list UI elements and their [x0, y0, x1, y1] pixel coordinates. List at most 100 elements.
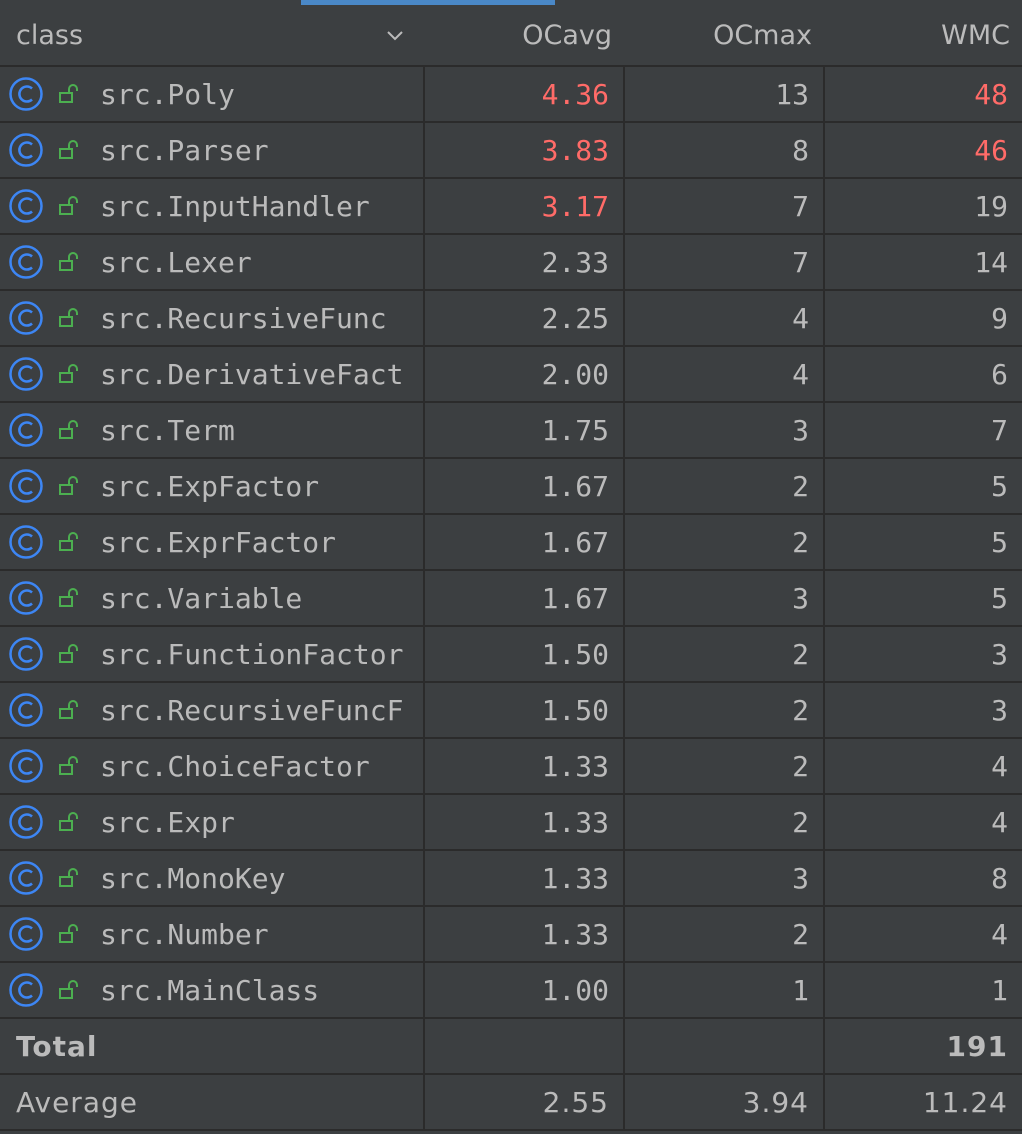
column-header-ocmax[interactable]: OCmax	[624, 5, 824, 67]
class-name-cell[interactable]: src.Lexer	[0, 234, 425, 291]
class-name-cell[interactable]: src.Parser	[0, 122, 425, 179]
ocmax-cell: 13	[624, 66, 825, 123]
wmc-cell: 6	[824, 346, 1022, 403]
ocavg-cell: 1.50	[424, 682, 625, 739]
table-row[interactable]: src.MainClass 1.00 1 1	[0, 962, 1022, 1019]
wmc-cell: 4	[824, 794, 1022, 851]
class-name: src.Expr	[100, 805, 235, 839]
unlock-icon	[59, 308, 78, 327]
ocavg-cell: 3.83	[424, 122, 625, 179]
unlock-icon	[59, 476, 78, 495]
column-header-class[interactable]: class	[0, 5, 424, 67]
table-row[interactable]: src.FunctionFactor 1.50 2 3	[0, 626, 1022, 683]
total-ocmax	[624, 1018, 825, 1075]
unlock-icon	[59, 420, 78, 439]
class-icon	[9, 525, 43, 559]
ocavg-cell: 1.33	[424, 794, 625, 851]
table-row[interactable]: src.Number 1.33 2 4	[0, 906, 1022, 963]
average-wmc: 11.24	[824, 1074, 1022, 1131]
class-name-cell[interactable]: src.MonoKey	[0, 850, 425, 907]
class-icon	[9, 469, 43, 503]
class-name-cell[interactable]: src.Number	[0, 906, 425, 963]
ocavg-cell: 1.75	[424, 402, 625, 459]
class-name: src.ExprFactor	[100, 525, 337, 559]
ocmax-cell: 8	[624, 122, 825, 179]
class-name: src.InputHandler	[100, 189, 370, 223]
ocmax-cell: 2	[624, 906, 825, 963]
class-name-cell[interactable]: src.MainClass	[0, 962, 425, 1019]
table-row[interactable]: src.ChoiceFactor 1.33 2 4	[0, 738, 1022, 795]
wmc-cell: 1	[824, 962, 1022, 1019]
chevron-down-icon[interactable]	[384, 24, 406, 46]
ocmax-cell: 2	[624, 794, 825, 851]
class-name: src.ChoiceFactor	[100, 749, 370, 783]
ocavg-cell: 2.00	[424, 346, 625, 403]
class-icon	[9, 637, 43, 671]
class-icon	[9, 749, 43, 783]
table-row[interactable]: src.ExpFactor 1.67 2 5	[0, 458, 1022, 515]
wmc-cell: 4	[824, 906, 1022, 963]
class-name-cell[interactable]: src.Variable	[0, 570, 425, 627]
ocavg-cell: 1.33	[424, 738, 625, 795]
wmc-cell: 3	[824, 682, 1022, 739]
ocavg-cell: 1.67	[424, 514, 625, 571]
table-row[interactable]: src.ExprFactor 1.67 2 5	[0, 514, 1022, 571]
column-header-ocavg[interactable]: OCavg	[424, 5, 624, 67]
total-label: Total	[0, 1018, 425, 1075]
class-icon	[9, 413, 43, 447]
unlock-icon	[59, 644, 78, 663]
class-name-cell[interactable]: src.DerivativeFact	[0, 346, 425, 403]
wmc-cell: 4	[824, 738, 1022, 795]
class-name-cell[interactable]: src.ExprFactor	[0, 514, 425, 571]
class-name-cell[interactable]: src.Term	[0, 402, 425, 459]
wmc-cell: 9	[824, 290, 1022, 347]
class-name-cell[interactable]: src.RecursiveFunc	[0, 290, 425, 347]
class-icon	[9, 77, 43, 111]
class-name-cell[interactable]: src.Poly	[0, 66, 425, 123]
average-ocavg: 2.55	[424, 1074, 625, 1131]
table-row[interactable]: src.RecursiveFuncF 1.50 2 3	[0, 682, 1022, 739]
class-name-cell[interactable]: src.ChoiceFactor	[0, 738, 425, 795]
wmc-cell: 5	[824, 570, 1022, 627]
class-name: src.Number	[100, 917, 269, 951]
class-name-cell[interactable]: src.Expr	[0, 794, 425, 851]
ocmax-cell: 3	[624, 570, 825, 627]
class-name: src.Term	[100, 413, 235, 447]
class-name-cell[interactable]: src.InputHandler	[0, 178, 425, 235]
total-row: Total 191	[0, 1018, 1022, 1075]
column-header-wmc[interactable]: WMC	[824, 5, 1022, 67]
class-name: src.Poly	[100, 77, 235, 111]
class-icon	[9, 301, 43, 335]
class-icon	[9, 189, 43, 223]
table-row[interactable]: src.Expr 1.33 2 4	[0, 794, 1022, 851]
table-row[interactable]: src.RecursiveFunc 2.25 4 9	[0, 290, 1022, 347]
class-name: src.FunctionFactor	[100, 637, 404, 671]
class-name: src.Variable	[100, 581, 303, 615]
table-row[interactable]: src.Parser 3.83 8 46	[0, 122, 1022, 179]
class-name-cell[interactable]: src.RecursiveFuncF	[0, 682, 425, 739]
table-row[interactable]: src.Variable 1.67 3 5	[0, 570, 1022, 627]
class-icon	[9, 805, 43, 839]
class-name: src.RecursiveFunc	[100, 301, 387, 335]
ocavg-cell: 1.50	[424, 626, 625, 683]
unlock-icon	[59, 980, 78, 999]
table-row[interactable]: src.Term 1.75 3 7	[0, 402, 1022, 459]
wmc-cell: 19	[824, 178, 1022, 235]
class-icon	[9, 917, 43, 951]
unlock-icon	[59, 532, 78, 551]
ocmax-cell: 2	[624, 626, 825, 683]
ocmax-cell: 7	[624, 178, 825, 235]
table-row[interactable]: src.Poly 4.36 13 48	[0, 66, 1022, 123]
wmc-cell: 3	[824, 626, 1022, 683]
ocmax-cell: 7	[624, 234, 825, 291]
ocmax-cell: 3	[624, 402, 825, 459]
class-name: src.Parser	[100, 133, 269, 167]
class-name-cell[interactable]: src.FunctionFactor	[0, 626, 425, 683]
table-row[interactable]: src.MonoKey 1.33 3 8	[0, 850, 1022, 907]
wmc-cell: 8	[824, 850, 1022, 907]
table-row[interactable]: src.InputHandler 3.17 7 19	[0, 178, 1022, 235]
ocmax-cell: 2	[624, 458, 825, 515]
table-row[interactable]: src.Lexer 2.33 7 14	[0, 234, 1022, 291]
table-row[interactable]: src.DerivativeFact 2.00 4 6	[0, 346, 1022, 403]
class-name-cell[interactable]: src.ExpFactor	[0, 458, 425, 515]
